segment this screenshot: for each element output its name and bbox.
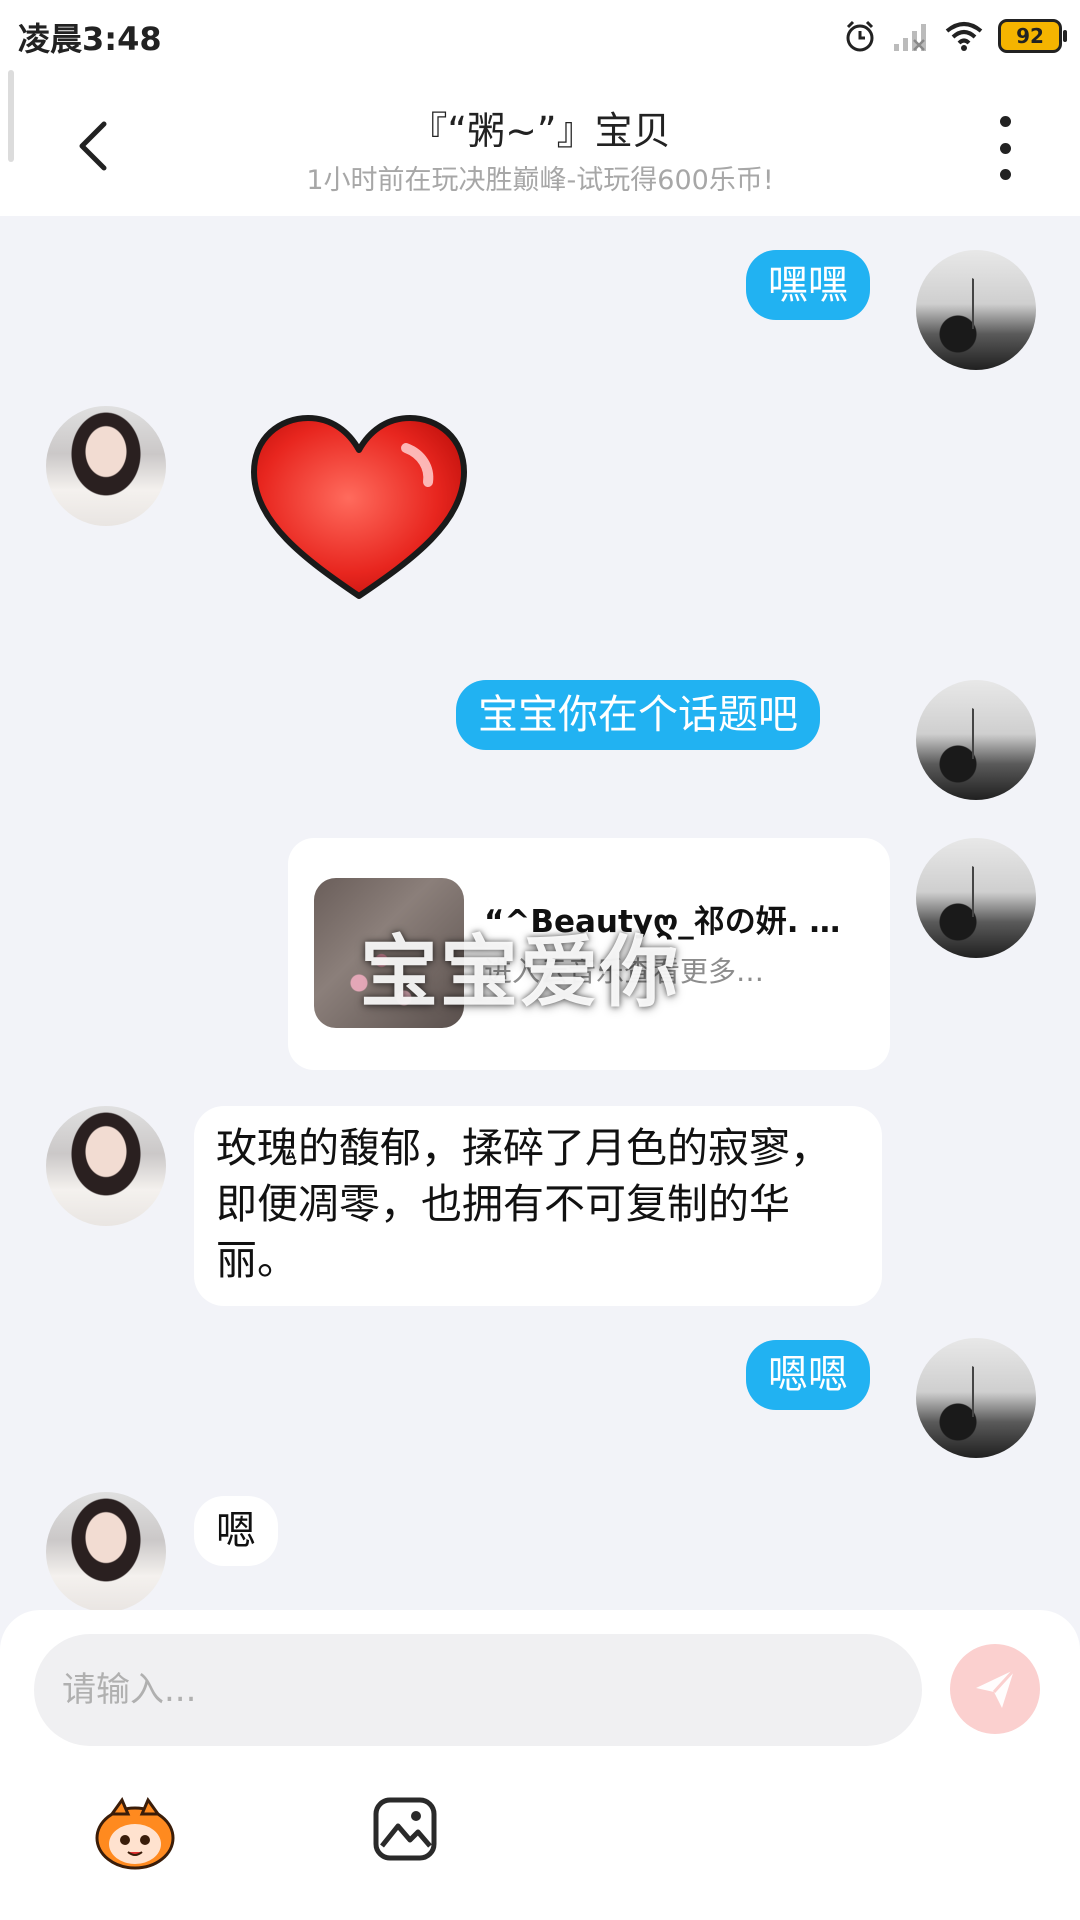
status-time: 凌晨3:48 — [18, 20, 162, 58]
message-bubble-incoming[interactable]: 嗯 — [194, 1496, 278, 1566]
video-watermark-text: 宝宝爱你 — [360, 928, 681, 1018]
my-avatar[interactable] — [916, 838, 1036, 958]
chat-subtitle: 1小时前在玩决胜巅峰-试玩得600乐币! — [306, 165, 774, 196]
scroll-indicator — [8, 70, 14, 162]
heart-sticker[interactable] — [246, 410, 472, 610]
message-input[interactable] — [34, 1634, 922, 1746]
message-bubble-outgoing[interactable]: 嗯嗯 — [746, 1340, 870, 1410]
more-options-button[interactable] — [990, 116, 1020, 180]
my-avatar[interactable] — [916, 680, 1036, 800]
message-bubble-outgoing[interactable]: 嘿嘿 — [746, 250, 870, 320]
battery-icon: 92 — [998, 19, 1067, 53]
message-bubble-outgoing[interactable]: 宝宝你在个话题吧 — [456, 680, 820, 750]
battery-level: 92 — [1016, 24, 1044, 48]
chat-header: 『“粥~”』宝贝 1小时前在玩决胜巅峰-试玩得600乐币! — [0, 70, 1080, 216]
contact-avatar[interactable] — [46, 1106, 166, 1226]
chat-title: 『“粥~”』宝贝 — [409, 109, 671, 153]
my-avatar[interactable] — [916, 250, 1036, 370]
image-icon[interactable] — [372, 1796, 438, 1862]
more-vertical-icon — [999, 116, 1011, 127]
message-bubble-incoming[interactable]: 玫瑰的馥郁，揉碎了月色的寂寥，即便凋零，也拥有不可复制的华丽。 — [194, 1106, 882, 1306]
message-composer — [0, 1610, 1080, 1920]
my-avatar[interactable] — [916, 1338, 1036, 1458]
status-icons: 92 — [842, 14, 1067, 58]
mascot-icon[interactable] — [92, 1796, 178, 1872]
wifi-icon — [945, 22, 983, 51]
send-icon — [976, 1668, 1016, 1708]
alarm-icon — [846, 20, 874, 52]
contact-avatar[interactable] — [46, 1492, 166, 1612]
status-bar: 凌晨3:48 92 — [0, 0, 1080, 70]
signal-icon — [894, 24, 926, 51]
send-button[interactable] — [950, 1644, 1040, 1734]
contact-avatar[interactable] — [46, 406, 166, 526]
